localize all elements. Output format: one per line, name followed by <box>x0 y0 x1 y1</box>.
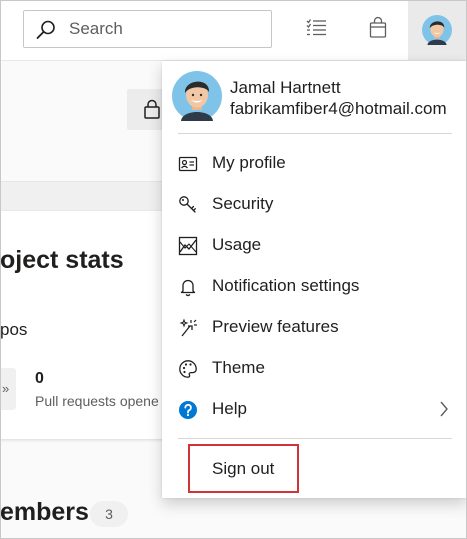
bell-icon <box>178 277 198 297</box>
menu-item-label: My profile <box>212 153 286 172</box>
members-count-badge: 3 <box>90 501 128 527</box>
lock-icon <box>144 99 160 119</box>
menu-divider <box>178 133 452 134</box>
chevron-right-icon <box>440 401 448 417</box>
members-title: embers <box>0 498 89 526</box>
account-menu-button[interactable] <box>408 1 466 60</box>
menu-item-security[interactable]: Security <box>162 184 467 224</box>
sign-out-label: Sign out <box>212 459 275 478</box>
help-icon <box>178 400 198 420</box>
search-input[interactable] <box>69 11 264 47</box>
usage-chart-icon <box>178 236 198 256</box>
menu-item-preview-features[interactable]: Preview features <box>162 307 467 347</box>
key-icon <box>178 195 198 215</box>
user-name: Jamal Hartnett <box>230 78 341 97</box>
menu-item-label: Usage <box>212 235 262 254</box>
project-stats-title: oject stats <box>0 246 124 274</box>
user-email: fabrikamfiber4@hotmail.com <box>230 99 447 118</box>
task-list-icon[interactable] <box>305 16 333 44</box>
menu-item-my-profile[interactable]: My profile <box>162 143 467 183</box>
menu-item-notification-settings[interactable]: Notification settings <box>162 266 467 306</box>
menu-item-label: Help <box>212 399 247 418</box>
menu-item-label: Security <box>212 194 274 213</box>
account-menu: Jamal Hartnett fabrikamfiber4@hotmail.co… <box>162 61 467 498</box>
menu-item-label: Notification settings <box>212 276 360 295</box>
repos-label: pos <box>0 320 28 339</box>
search-box[interactable] <box>23 10 272 48</box>
menu-item-theme[interactable]: Theme <box>162 348 467 388</box>
palette-icon <box>178 359 198 379</box>
sign-out-button[interactable]: Sign out <box>188 444 299 493</box>
pull-request-glyph: » <box>2 381 10 396</box>
menu-item-label: Theme <box>212 358 265 377</box>
menu-item-label: Preview features <box>212 317 339 336</box>
pull-requests-count: 0 <box>35 370 44 387</box>
profile-card-icon <box>178 154 198 174</box>
menu-divider <box>178 438 452 439</box>
menu-item-usage[interactable]: Usage <box>162 225 467 265</box>
user-avatar <box>172 71 222 121</box>
preview-sparkle-icon <box>178 318 198 338</box>
pull-requests-label[interactable]: Pull requests opene <box>35 393 159 409</box>
pull-request-stat-icon: » <box>0 368 16 410</box>
menu-item-help[interactable]: Help <box>162 389 467 429</box>
shopping-bag-icon[interactable] <box>366 16 394 44</box>
search-icon <box>36 20 55 39</box>
avatar <box>422 15 452 45</box>
top-bar <box>0 0 467 61</box>
